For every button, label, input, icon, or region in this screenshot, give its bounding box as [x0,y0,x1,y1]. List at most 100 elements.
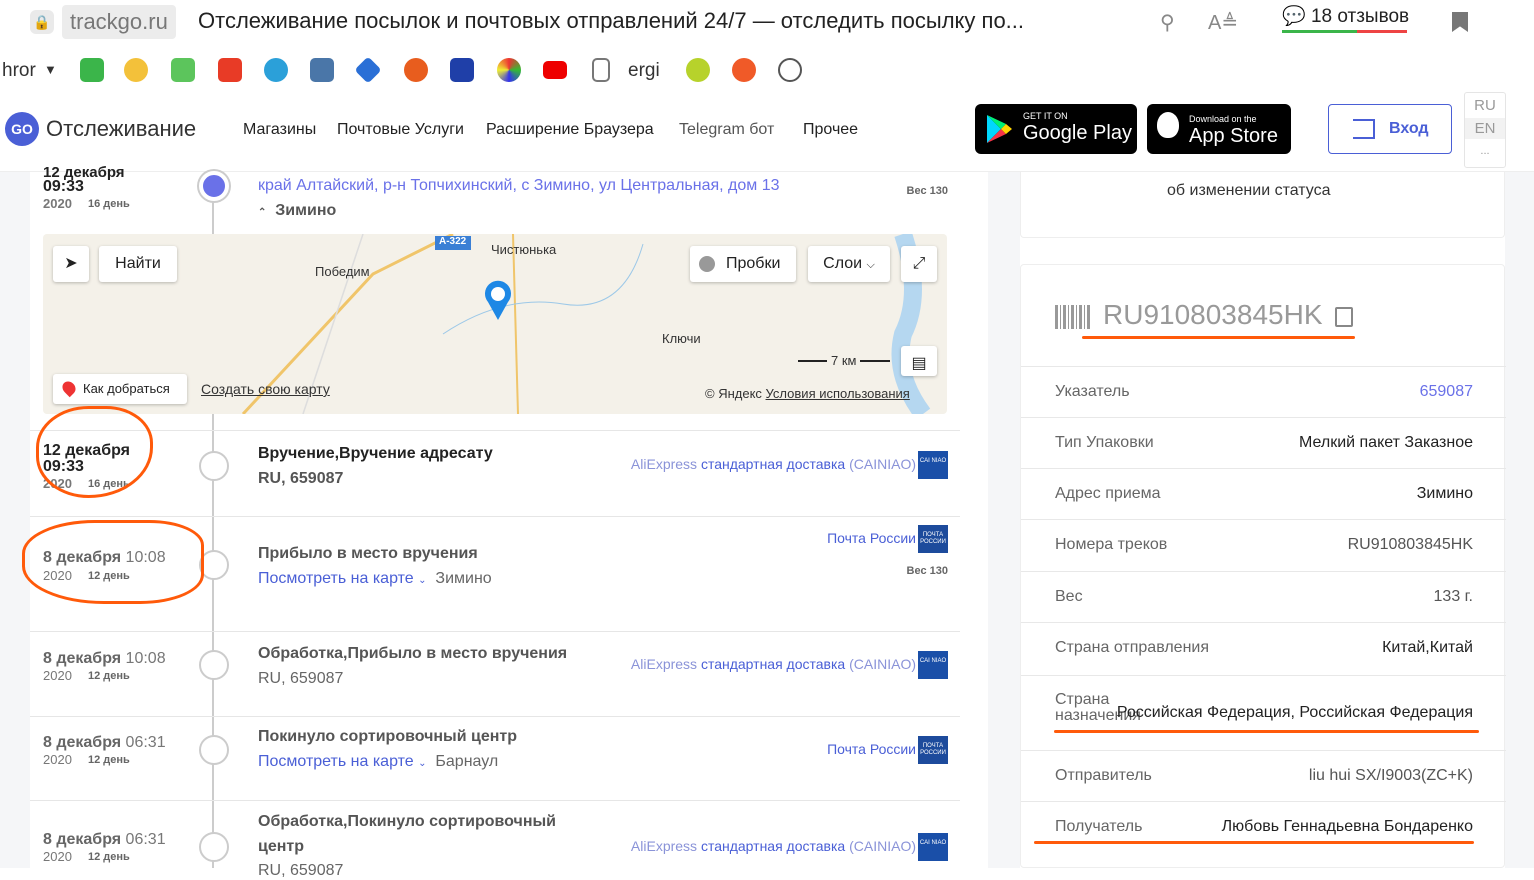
event-address[interactable]: край Алтайский, р-н Топчихинский, с Зими… [258,177,780,195]
page-bookmark-icon[interactable] [592,58,610,82]
chevron-down-icon: ⌄ [418,575,427,586]
status-dot [199,451,229,481]
login-button[interactable]: Вход [1328,104,1452,154]
pinwheel-bookmark-icon[interactable] [497,58,521,82]
app-store-button[interactable]: Download on the App Store [1147,104,1291,154]
track-number[interactable]: RU910803845HK [1103,299,1323,331]
wheat-bookmark-icon[interactable] [124,58,148,82]
view-on-map-link[interactable]: Посмотреть на карте [258,570,414,587]
copy-icon[interactable] [1335,307,1353,327]
place-klyuchi: Ключи [662,331,701,346]
annotation-underline [1082,336,1355,339]
russian-post-logo: ПОЧТА РОССИИ [918,525,948,553]
lang-en[interactable]: EN [1465,118,1505,139]
event-row: 8 декабря 06:31 2020 12 день Покинуло со… [30,717,960,801]
carrier-link[interactable]: Почта России [827,530,916,546]
nav-other[interactable]: Прочее [803,121,858,139]
address-domain[interactable]: trackgo.ru [62,5,176,39]
fullscreen-icon[interactable]: ⤢ [901,246,937,282]
pocket-bookmark-icon[interactable] [218,58,242,82]
event-row: 12 декабря 09:33 2020 16 день Вручение,В… [30,431,960,517]
row-label: Отправитель [1055,767,1152,784]
event-year: 2020 [43,668,72,683]
geolocation-button[interactable]: ➤ [53,246,89,282]
event-title: Вручение,Вручение адресату [258,445,493,462]
reviews-badge[interactable]: 💬 18 отзывов [1282,4,1409,28]
chevron-down-icon[interactable]: ▼ [44,62,57,77]
detail-row-origin-country: Страна отправления Китай,Китай [1021,622,1506,673]
event-date: 8 декабря [43,734,122,751]
row-value-link[interactable]: 659087 [1420,383,1473,401]
event-date-line: 8 декабря 06:31 [43,734,166,752]
event-place[interactable]: ⌃ Зимино [258,202,336,220]
zoom-icon[interactable]: ⚲ [1160,10,1175,35]
event-weight: Вес 130 [906,565,948,577]
event-time: 06:31 [125,734,166,751]
lang-ru[interactable]: RU [1465,93,1505,114]
annotation-circle [22,520,204,604]
scale-label: 7 км [827,353,861,368]
event-place-label: Зимино [275,202,337,219]
bookmark-icon[interactable] [1452,12,1468,32]
nav-shops[interactable]: Магазины [243,121,316,139]
lang-more[interactable]: ... [1465,145,1505,157]
nav-browser-extension[interactable]: Расширение Браузера [486,121,654,139]
event-day: 12 день [88,670,130,682]
translate-icon[interactable]: A≜ [1208,10,1238,35]
route-label: Как добраться [83,381,170,396]
view-on-map-link[interactable]: Посмотреть на карте [258,753,414,770]
yandex-map[interactable]: А-322 Чистюнька Победим Ключи ➤ Найти Пр… [43,234,947,414]
rss-bookmark-icon[interactable] [80,58,104,82]
e-bookmark-icon[interactable] [732,58,756,82]
eu-bookmark-icon[interactable] [450,58,474,82]
google-play-small: GET IT ON [1023,111,1068,121]
traffic-button[interactable]: Пробки [690,246,796,282]
reviews-rating-bar [1282,30,1407,33]
avatar-bookmark-icon[interactable] [778,58,802,82]
event-date-line: 8 декабря 06:31 [43,831,166,849]
route-button[interactable]: Как добраться [53,374,187,404]
logo-icon[interactable]: GO [5,112,39,146]
nav-postal-services[interactable]: Почтовые Услуги [337,121,464,139]
event-title: Покинуло сортировочный центр [258,728,517,745]
google-play-big: Google Play [1023,122,1132,144]
logo-text[interactable]: Отслеживание [46,116,196,142]
event-place: Зимино [435,570,492,587]
map-find-button[interactable]: Найти [99,246,177,282]
row-value: Зимино [1416,485,1473,502]
layers-button[interactable]: Слои ⌵ [808,246,890,282]
vk-bookmark-icon[interactable] [310,58,334,82]
bookmark-ergi[interactable]: ergi [628,60,660,82]
carrier-link[interactable]: AliExpress стандартная доставка (CAINIAO… [631,456,916,472]
carrier-service: стандартная доставка [700,656,846,672]
app-store-big: App Store [1189,125,1278,147]
ruler-icon[interactable]: ▤ [901,346,937,376]
row-label: Адрес приема [1055,485,1161,502]
page-title: Отслеживание посылок и почтовых отправле… [198,8,1025,33]
diamond-bookmark-icon[interactable] [354,56,382,84]
carrier-link[interactable]: Почта России [827,741,916,757]
row-value: RU910803845HK [1347,536,1473,553]
nav-telegram-bot[interactable]: Telegram бот [679,121,774,139]
face-bookmark-icon[interactable] [686,58,710,82]
cainiao-logo: CAI NIAO [918,451,948,479]
bookmark-chrome[interactable]: hror [2,60,36,82]
russian-post-logo: ПОЧТА РОССИИ [918,736,948,764]
create-map-link[interactable]: Создать свою карту [201,381,330,397]
google-play-button[interactable]: GET IT ON Google Play [975,104,1137,154]
lock-icon[interactable]: 🔒 [30,10,54,34]
map-pin-icon[interactable] [483,280,513,322]
terms-link[interactable]: Условия использования [766,386,910,401]
carrier-link[interactable]: AliExpress стандартная доставка (CAINIAO… [631,838,916,854]
event-year: 2020 [43,849,72,864]
detail-row-index: Указатель 659087 [1021,366,1506,417]
youtube-bookmark-icon[interactable] [543,61,567,79]
status-dot [199,650,229,680]
login-icon [1353,119,1375,139]
telegram-bookmark-icon[interactable] [264,58,288,82]
status-dot [199,735,229,765]
carrier-link[interactable]: AliExpress стандартная доставка (CAINIAO… [631,656,916,672]
clock-bookmark-icon[interactable] [171,58,195,82]
target-bookmark-icon[interactable] [404,58,428,82]
chevron-down-icon: ⌵ [866,259,875,271]
